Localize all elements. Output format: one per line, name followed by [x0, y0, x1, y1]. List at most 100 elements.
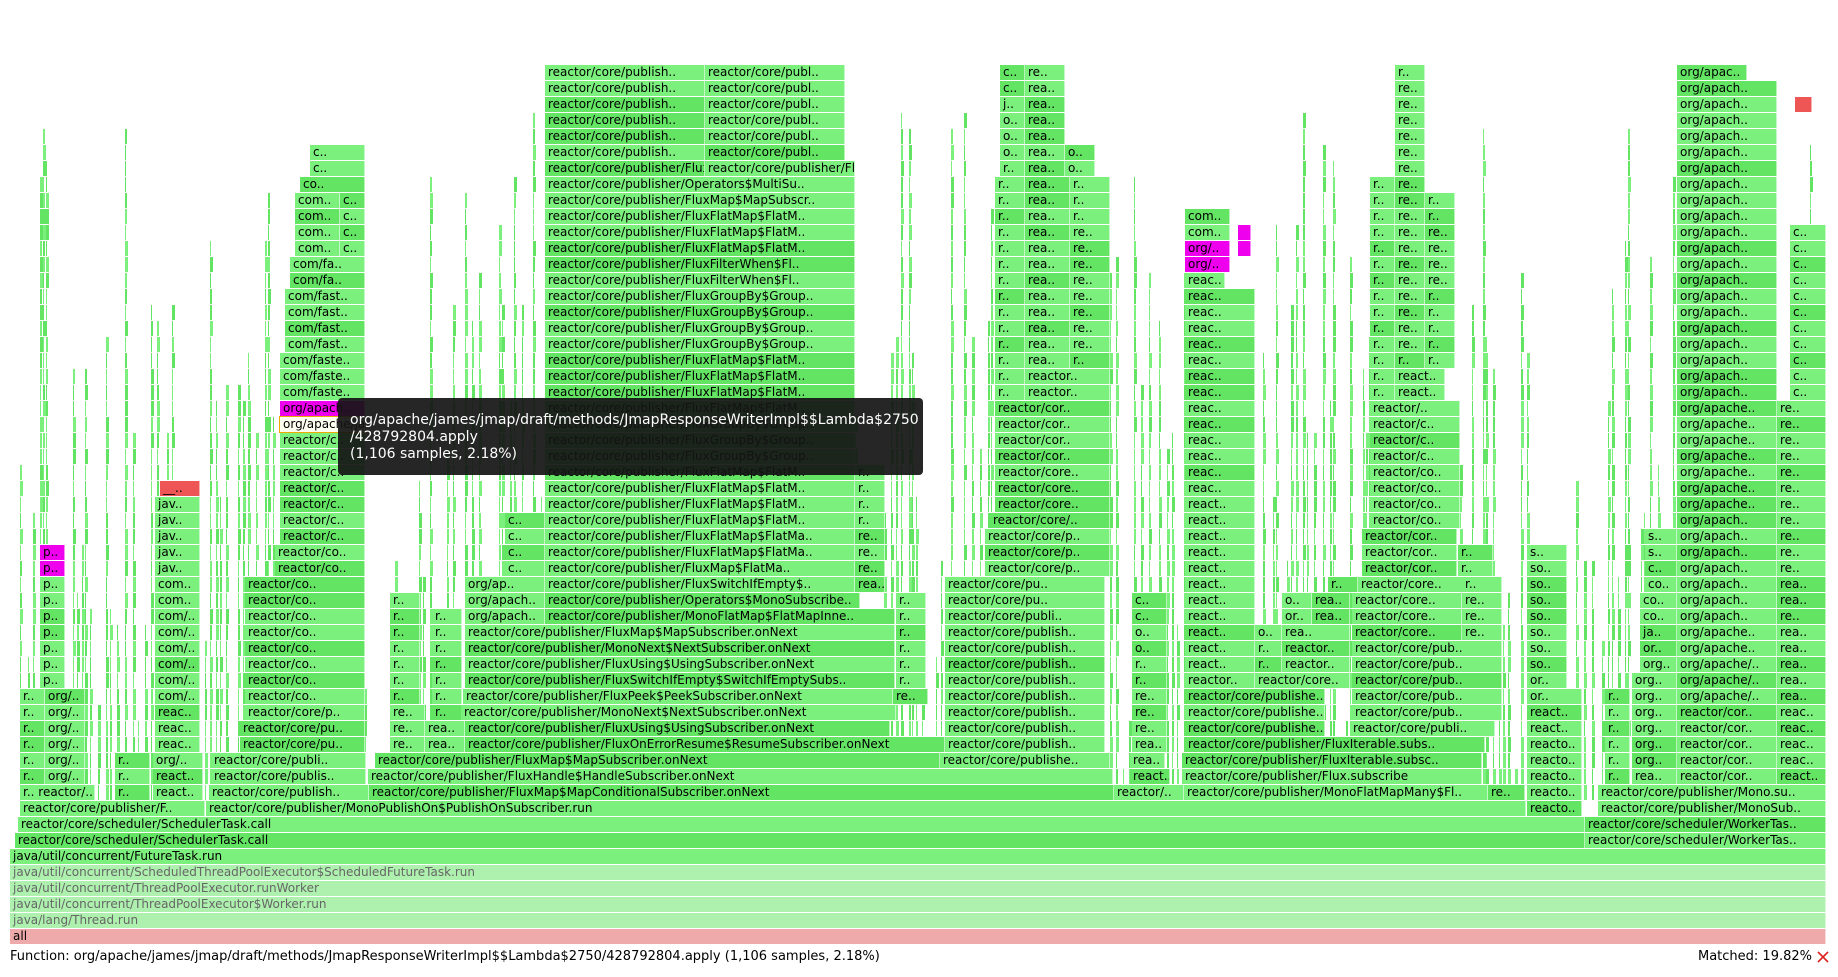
flame-frame-sliver[interactable]: [1167, 529, 1170, 544]
flame-frame-sliver[interactable]: [106, 737, 108, 752]
flame-frame[interactable]: p..: [40, 673, 65, 688]
flame-frame-sliver[interactable]: [1149, 417, 1152, 432]
flame-frame-sliver[interactable]: [916, 561, 918, 576]
flame-frame[interactable]: reactor/core/publish..: [545, 81, 705, 96]
flame-frame-sliver[interactable]: [499, 273, 501, 288]
flame-frame[interactable]: r..: [995, 209, 1025, 224]
flame-frame[interactable]: re..: [1488, 785, 1525, 800]
flame-frame[interactable]: rea..: [1025, 193, 1070, 208]
flame-frame-sliver[interactable]: [1323, 305, 1325, 320]
flame-frame-sliver[interactable]: [1314, 545, 1316, 560]
flame-frame-sliver[interactable]: [1628, 577, 1629, 592]
flame-frame-sliver[interactable]: [1263, 545, 1265, 560]
flame-frame-sliver[interactable]: [85, 529, 88, 544]
flame-frame-sliver[interactable]: [1350, 433, 1352, 448]
flame-frame-sliver[interactable]: [268, 529, 269, 544]
flame-frame-sliver[interactable]: [1608, 433, 1609, 448]
flame-frame-sliver[interactable]: [90, 625, 91, 640]
flame-frame-sliver[interactable]: [1527, 529, 1530, 544]
flame-frame-sliver[interactable]: [20, 577, 21, 592]
flame-frame-sliver[interactable]: [46, 449, 47, 464]
flame-frame-sliver[interactable]: [430, 241, 432, 256]
flame-frame-sliver[interactable]: [430, 593, 432, 608]
flame-frame-sliver[interactable]: [901, 225, 903, 240]
flame-frame-sliver[interactable]: [1296, 481, 1299, 496]
flame-frame-sliver[interactable]: [951, 433, 953, 448]
flame-frame-sliver[interactable]: [220, 657, 223, 672]
flame-frame-sliver[interactable]: [1303, 177, 1305, 192]
flame-frame-sliver[interactable]: [43, 449, 44, 464]
flame-frame-sliver[interactable]: [220, 721, 222, 736]
flame-frame[interactable]: r..: [1605, 737, 1630, 752]
flame-frame-sliver[interactable]: [1584, 737, 1586, 752]
flame-frame-sliver[interactable]: [1493, 545, 1494, 560]
flame-frame-sliver[interactable]: [1508, 673, 1509, 688]
flame-frame[interactable]: rea..: [425, 737, 465, 752]
flame-frame-sliver[interactable]: [1129, 737, 1131, 752]
flame-frame-sliver[interactable]: [1273, 577, 1275, 592]
flame-frame-sliver[interactable]: [145, 641, 148, 656]
flame-frame-sliver[interactable]: [85, 705, 88, 720]
flame-frame-sliver[interactable]: [1296, 385, 1299, 400]
flame-frame-sliver[interactable]: [145, 673, 146, 688]
flame-frame-sliver[interactable]: [1602, 769, 1603, 784]
flame-frame-sliver[interactable]: [1673, 385, 1676, 400]
flame-frame-sliver[interactable]: [248, 433, 251, 448]
flame-frame-sliver[interactable]: [964, 369, 966, 384]
flame-frame-sliver[interactable]: [238, 401, 241, 416]
flame-frame-sliver[interactable]: [951, 145, 954, 160]
flame-frame-sliver[interactable]: [896, 481, 898, 496]
flame-frame-sliver[interactable]: [1323, 161, 1326, 176]
flame-frame-sliver[interactable]: [1330, 401, 1331, 416]
flame-frame-sliver[interactable]: [901, 369, 904, 384]
flame-frame-sliver[interactable]: [125, 545, 128, 560]
flame-frame[interactable]: org..: [1632, 689, 1677, 704]
flame-frame-sliver[interactable]: [901, 497, 902, 512]
flame-frame-sliver[interactable]: [1483, 513, 1485, 528]
flame-frame-sliver[interactable]: [1323, 257, 1325, 272]
flame-frame-sliver[interactable]: [1303, 513, 1305, 528]
flame-frame-sliver[interactable]: [110, 657, 111, 672]
flame-frame-sliver[interactable]: [133, 449, 136, 464]
flame-frame-sliver[interactable]: [85, 561, 86, 576]
flame-frame-sliver[interactable]: [20, 673, 21, 688]
flame-frame-sliver[interactable]: [1291, 497, 1293, 512]
flame-frame-sliver[interactable]: [248, 545, 249, 560]
flame-frame-sliver[interactable]: [1167, 689, 1169, 704]
flame-frame-sliver[interactable]: [1658, 513, 1661, 528]
flame-frame-sliver[interactable]: [133, 465, 134, 480]
flame-frame-sliver[interactable]: [1350, 545, 1353, 560]
flame-frame-sliver[interactable]: [1486, 369, 1488, 384]
flame-frame-sliver[interactable]: [1116, 417, 1117, 432]
close-icon[interactable]: [1816, 950, 1830, 964]
flame-frame[interactable]: org/apach..: [1677, 193, 1777, 208]
flame-frame-sliver[interactable]: [1172, 753, 1173, 768]
flame-frame[interactable]: org/apach..: [1677, 113, 1777, 128]
flame-frame-sliver[interactable]: [1628, 481, 1629, 496]
flame-frame-sliver[interactable]: [1134, 289, 1136, 304]
flame-frame-sliver[interactable]: [1521, 385, 1524, 400]
flame-frame-sliver[interactable]: [85, 769, 88, 784]
flame-frame-sliver[interactable]: [1303, 449, 1304, 464]
flame-frame[interactable]: org/..: [153, 753, 203, 768]
flame-frame-sliver[interactable]: [265, 481, 267, 496]
flame-frame-sliver[interactable]: [46, 513, 47, 528]
flame-frame-sliver[interactable]: [1483, 241, 1486, 256]
flame-frame-sliver[interactable]: [1472, 433, 1474, 448]
flame-frame-sliver[interactable]: [1472, 321, 1474, 336]
flame-frame-sliver[interactable]: [151, 785, 152, 800]
flame-frame-sliver[interactable]: [1673, 337, 1676, 352]
flame-frame-sliver[interactable]: [896, 705, 898, 720]
flame-frame-sliver[interactable]: [46, 177, 47, 192]
flame-frame-sliver[interactable]: [268, 417, 271, 432]
flame-frame[interactable]: r..: [1370, 353, 1395, 368]
flame-frame-sliver[interactable]: [1584, 721, 1585, 736]
flame-frame-sliver[interactable]: [1134, 577, 1137, 592]
flame-frame-sliver[interactable]: [972, 401, 975, 416]
flame-frame-sliver[interactable]: [73, 673, 74, 688]
flame-frame-sliver[interactable]: [256, 529, 257, 544]
flame-frame-sliver[interactable]: [106, 433, 109, 448]
flame-frame[interactable]: org/apache..: [1677, 481, 1777, 496]
flame-frame-sliver[interactable]: [964, 433, 966, 448]
flame-frame-sliver[interactable]: [1172, 465, 1174, 480]
